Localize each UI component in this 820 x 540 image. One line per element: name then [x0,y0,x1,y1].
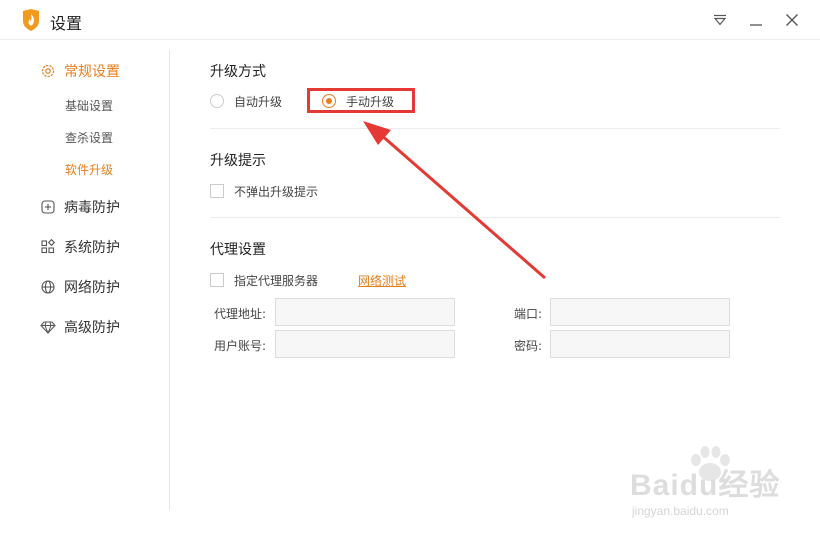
window-title: 设置 [50,14,83,33]
network-test-link[interactable]: 网络测试 [358,272,406,289]
close-button[interactable] [780,8,804,32]
watermark-main-text: Baidu经验 [630,469,781,502]
sidebar-subitem-scan-settings[interactable]: 查杀设置 [65,127,113,147]
proxy-address-input[interactable] [275,298,455,326]
plus-square-icon [40,199,56,215]
globe-icon [40,279,56,295]
username-label: 用户账号: [214,339,267,353]
dropdown-menu-button[interactable] [708,8,732,32]
title-bar: 设置 [0,0,820,40]
close-icon [786,14,798,26]
paw-icon [691,446,730,481]
manual-upgrade-label[interactable]: 手动升级 [346,93,394,110]
app-logo-icon [23,9,39,31]
no-upgrade-prompt-checkbox[interactable] [210,184,224,198]
gear-icon [40,63,56,79]
minimize-button[interactable] [744,8,768,32]
username-input[interactable] [275,330,455,358]
port-input[interactable] [550,298,730,326]
sidebar-item-system-protection[interactable]: 系统防护 [40,235,120,259]
use-proxy-checkbox[interactable] [210,273,224,287]
sidebar-subitem-label: 软件升级 [65,162,114,177]
auto-upgrade-label[interactable]: 自动升级 [234,93,282,110]
section-divider [210,217,780,218]
diamond-icon [40,319,56,335]
manual-upgrade-radio[interactable] [322,94,336,108]
auto-upgrade-radio[interactable] [210,94,224,108]
menu-triangle-icon [713,14,727,26]
sidebar-item-general-settings[interactable]: 常规设置 [40,59,120,83]
sidebar-divider [169,50,170,510]
watermark-url-text: jingyan.baidu.com [632,504,729,518]
upgrade-mode-title: 升级方式 [210,64,266,80]
proxy-address-label: 代理地址: [214,307,267,321]
no-upgrade-prompt-label[interactable]: 不弹出升级提示 [234,183,318,200]
sidebar-item-virus-protection[interactable]: 病毒防护 [40,195,120,219]
sidebar-item-label: 常规设置 [64,64,120,80]
upgrade-prompt-title: 升级提示 [210,153,266,169]
use-proxy-label[interactable]: 指定代理服务器 [234,272,318,289]
proxy-settings-title: 代理设置 [210,242,266,258]
password-input[interactable] [550,330,730,358]
sidebar-item-label: 网络防护 [64,280,120,296]
sidebar-subitem-software-upgrade[interactable]: 软件升级 [65,159,113,179]
sidebar-subitem-label: 查杀设置 [65,130,114,145]
sidebar-item-advanced-protection[interactable]: 高级防护 [40,315,120,339]
sidebar-item-label: 系统防护 [64,240,120,256]
sidebar-subitem-basic-settings[interactable]: 基础设置 [65,95,113,115]
baidu-watermark: Baidu经验 jingyan.baidu.com [630,446,800,530]
password-label: 密码: [514,339,543,353]
sidebar-item-label: 病毒防护 [64,200,120,216]
sidebar-item-label: 高级防护 [64,320,120,336]
section-divider [210,128,780,129]
minimize-icon [750,24,762,26]
port-label: 端口: [514,307,543,321]
grid-icon [40,239,56,255]
sidebar-item-network-protection[interactable]: 网络防护 [40,275,120,299]
sidebar-subitem-label: 基础设置 [65,98,114,113]
